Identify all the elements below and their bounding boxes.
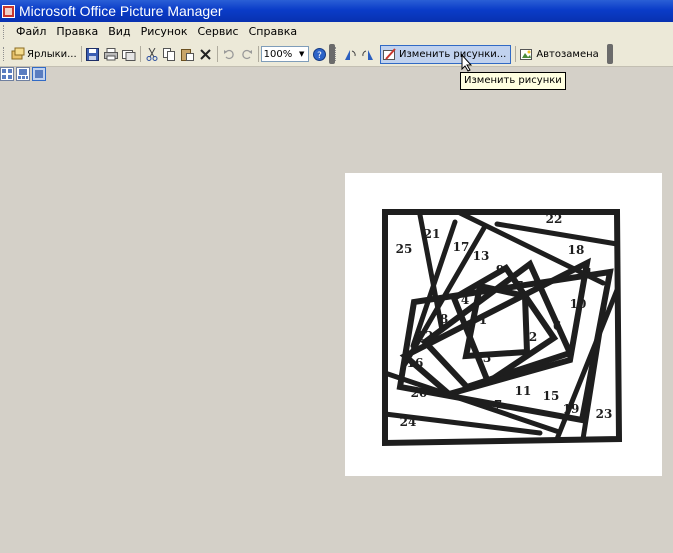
rotate-right-button[interactable] bbox=[359, 45, 377, 63]
redo-icon bbox=[241, 49, 252, 60]
view-mode-bar bbox=[0, 66, 46, 82]
zoom-combo[interactable]: 100% ▼ bbox=[260, 46, 309, 62]
copy-icon bbox=[163, 47, 176, 61]
rotate-left-button[interactable] bbox=[341, 45, 359, 63]
standard-toolbar: Ярлыки... 100% ▼ ? Изменить рисунки... А… bbox=[0, 42, 673, 67]
toolbar-separator bbox=[515, 46, 517, 62]
edit-pictures-label: Изменить рисунки... bbox=[399, 48, 507, 60]
menu-tools[interactable]: Сервис bbox=[192, 23, 243, 41]
help-button[interactable]: ? bbox=[311, 45, 329, 63]
thumbnail-view-icon[interactable] bbox=[0, 67, 14, 81]
toolbar-grip[interactable] bbox=[3, 47, 7, 61]
single-picture-icon bbox=[35, 70, 43, 78]
copy-button[interactable] bbox=[161, 45, 179, 63]
menu-view[interactable]: Вид bbox=[103, 23, 135, 41]
menu-grip[interactable] bbox=[3, 25, 7, 39]
thumbnail-grid-icon bbox=[2, 69, 12, 79]
toolbar-options-chevron[interactable] bbox=[606, 44, 613, 64]
cut-button[interactable] bbox=[143, 45, 161, 63]
toolbar-separator bbox=[139, 46, 141, 62]
chevron-down-icon[interactable]: ▼ bbox=[296, 47, 308, 61]
filmstrip-icon bbox=[18, 69, 28, 79]
print-button[interactable] bbox=[102, 45, 120, 63]
scissors-icon bbox=[146, 47, 158, 61]
title-bar: Microsoft Office Picture Manager bbox=[0, 0, 673, 22]
autocorrect-icon bbox=[520, 48, 533, 60]
toolbar-grip[interactable] bbox=[335, 47, 339, 61]
svg-text:?: ? bbox=[317, 51, 322, 61]
email-button[interactable] bbox=[120, 45, 138, 63]
shortcuts-label: Ярлыки... bbox=[27, 48, 77, 60]
email-icon bbox=[121, 49, 136, 61]
delete-x-icon bbox=[200, 48, 211, 60]
tooltip: Изменить рисунки bbox=[460, 72, 566, 90]
shortcuts-icon bbox=[11, 47, 25, 60]
picture-manager-app-icon bbox=[2, 4, 15, 18]
menu-bar: Файл Правка Вид Рисунок Сервис Справка bbox=[0, 22, 673, 42]
redo-button[interactable] bbox=[238, 45, 256, 63]
paste-icon bbox=[181, 48, 195, 61]
toolbar-separator bbox=[257, 46, 259, 62]
autocorrect-button[interactable]: Автозамена bbox=[518, 45, 601, 63]
save-icon bbox=[86, 47, 100, 61]
mouse-cursor-icon bbox=[461, 54, 473, 72]
window-title: Microsoft Office Picture Manager bbox=[19, 3, 223, 19]
undo-icon bbox=[223, 49, 234, 60]
filmstrip-view-icon[interactable] bbox=[16, 67, 30, 81]
autocorrect-label: Автозамена bbox=[536, 48, 599, 60]
rotate-left-icon bbox=[345, 49, 356, 60]
paste-button[interactable] bbox=[179, 45, 197, 63]
zoom-value: 100% bbox=[263, 48, 293, 60]
picture-preview[interactable] bbox=[345, 173, 662, 476]
toolbar-separator bbox=[216, 46, 218, 62]
help-icon: ? bbox=[313, 47, 327, 61]
menu-picture[interactable]: Рисунок bbox=[136, 23, 193, 41]
rotate-right-icon bbox=[362, 49, 373, 60]
print-icon bbox=[103, 47, 118, 60]
toolbar-separator bbox=[80, 46, 82, 62]
undo-button[interactable] bbox=[220, 45, 238, 63]
edit-pictures-button[interactable]: Изменить рисунки... bbox=[380, 44, 512, 64]
single-picture-view-icon[interactable] bbox=[32, 67, 46, 81]
delete-button[interactable] bbox=[197, 45, 215, 63]
menu-help[interactable]: Справка bbox=[244, 23, 302, 41]
menu-file[interactable]: Файл bbox=[11, 23, 51, 41]
menu-edit[interactable]: Правка bbox=[51, 23, 103, 41]
shortcuts-button[interactable]: Ярлыки... bbox=[9, 45, 79, 63]
save-button[interactable] bbox=[84, 45, 102, 63]
tooltip-text: Изменить рисунки bbox=[464, 75, 562, 86]
edit-pictures-icon bbox=[383, 47, 396, 60]
